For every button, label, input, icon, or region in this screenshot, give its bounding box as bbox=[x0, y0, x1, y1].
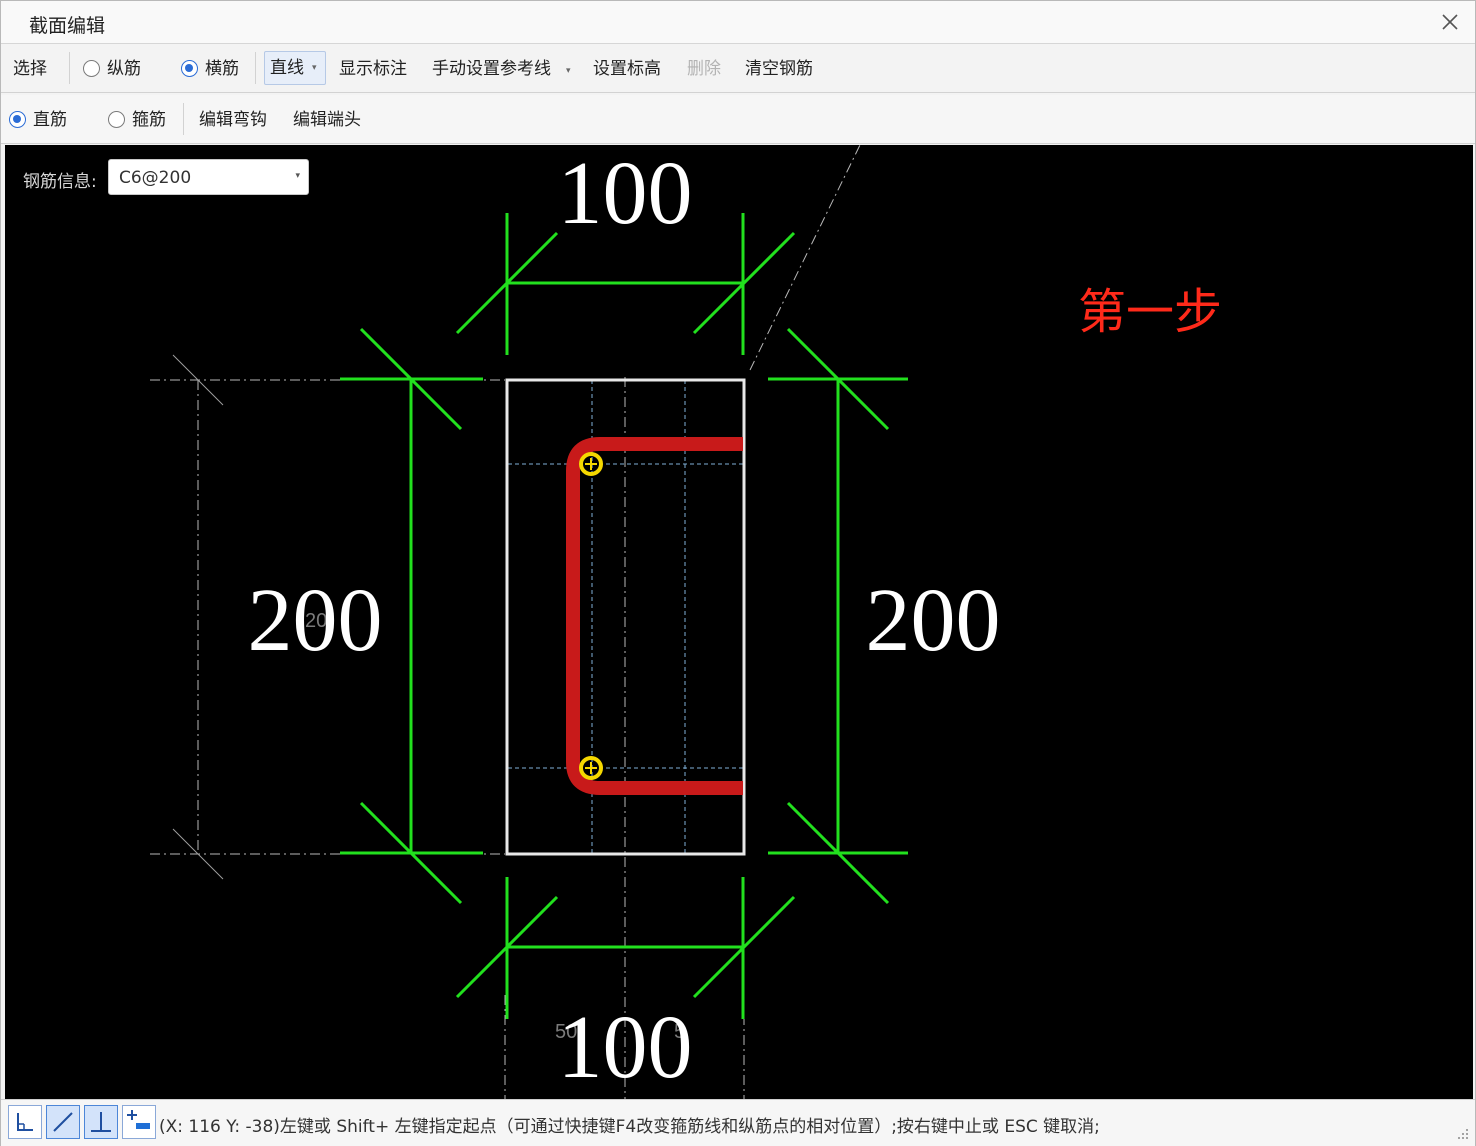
chevron-down-icon: ▾ bbox=[312, 63, 317, 73]
chevron-down-icon[interactable]: ▾ bbox=[566, 66, 571, 76]
window-title: 截面编辑 bbox=[29, 15, 106, 37]
manual-reference-line-button[interactable]: 手动设置参考线 bbox=[432, 56, 551, 82]
select-button[interactable]: 选择 bbox=[13, 56, 47, 82]
resize-grip-icon[interactable] bbox=[1457, 1128, 1469, 1140]
dimension-left-text: 200 bbox=[248, 571, 383, 670]
dimension-top-text: 100 bbox=[558, 145, 693, 243]
drawing-canvas[interactable]: 20 50 5 100 100 200 200 第一步 钢筋信息: C6@200… bbox=[5, 145, 1473, 1099]
step-annotation: 第一步 bbox=[1078, 284, 1222, 340]
radio-icon bbox=[83, 60, 100, 77]
section-drawing: 20 50 5 100 100 200 200 第一步 bbox=[150, 145, 1222, 1099]
rebar-path bbox=[566, 437, 743, 795]
perpendicular-icon[interactable] bbox=[84, 1105, 118, 1139]
clear-rebar-button[interactable]: 清空钢筋 bbox=[745, 56, 813, 82]
longitudinal-radio[interactable]: 纵筋 bbox=[83, 56, 141, 82]
rebar-info-label: 钢筋信息: bbox=[23, 172, 97, 192]
edit-hook-button[interactable]: 编辑弯钩 bbox=[199, 107, 267, 133]
add-point-icon[interactable] bbox=[122, 1105, 156, 1139]
stirrup-radio[interactable]: 箍筋 bbox=[108, 107, 166, 133]
radio-checked-icon bbox=[181, 60, 198, 77]
close-icon[interactable] bbox=[1437, 9, 1463, 35]
line-mode-dropdown[interactable]: 直线 ▾ bbox=[264, 51, 326, 85]
delete-button[interactable]: 删除 bbox=[687, 56, 721, 82]
chevron-down-icon: ▾ bbox=[295, 171, 300, 181]
main-toolbar: 选择 纵筋 横筋 直线 ▾ 显示标注 手动设置参考线 ▾ 设置标高 删除 清空钢… bbox=[1, 44, 1475, 93]
toolbar-separator bbox=[255, 52, 256, 84]
dimension-bottom-text: 100 bbox=[558, 998, 693, 1097]
longitudinal-label: 纵筋 bbox=[107, 59, 141, 79]
show-dimension-button[interactable]: 显示标注 bbox=[339, 56, 407, 82]
status-message: (X: 116 Y: -38)左键或 Shift+ 左键指定起点（可通过快捷键F… bbox=[159, 1117, 1100, 1137]
transverse-radio[interactable]: 横筋 bbox=[181, 56, 239, 82]
status-bar: (X: 116 Y: -38)左键或 Shift+ 左键指定起点（可通过快捷键F… bbox=[1, 1099, 1475, 1146]
section-editor-window: 截面编辑 选择 纵筋 横筋 直线 ▾ 显示标注 手动设置参考线 ▾ 设置标高 删… bbox=[0, 0, 1476, 1146]
line-icon[interactable] bbox=[46, 1105, 80, 1139]
dimension-right-text: 200 bbox=[866, 571, 1001, 670]
toolbar-separator bbox=[183, 103, 184, 135]
radio-checked-icon bbox=[9, 111, 26, 128]
sub-toolbar: 直筋 箍筋 编辑弯钩 编辑端头 bbox=[1, 95, 1475, 144]
straight-bar-label: 直筋 bbox=[33, 110, 67, 130]
title-bar: 截面编辑 bbox=[1, 1, 1475, 44]
stirrup-label: 箍筋 bbox=[132, 110, 166, 130]
toolbar-separator bbox=[69, 52, 70, 84]
dimension-lines bbox=[340, 213, 908, 1019]
rebar-point-top[interactable] bbox=[579, 452, 603, 476]
radio-icon bbox=[108, 111, 125, 128]
straight-bar-radio[interactable]: 直筋 bbox=[9, 107, 67, 133]
rebar-info-select[interactable]: C6@200 ▾ bbox=[108, 159, 309, 195]
transverse-label: 横筋 bbox=[205, 59, 239, 79]
rebar-point-bottom[interactable] bbox=[579, 756, 603, 780]
line-mode-label: 直线 bbox=[270, 58, 304, 78]
orthogonal-icon[interactable] bbox=[8, 1105, 42, 1139]
rebar-info-value: C6@200 bbox=[119, 168, 192, 188]
edit-end-button[interactable]: 编辑端头 bbox=[293, 107, 361, 133]
set-elevation-button[interactable]: 设置标高 bbox=[593, 56, 661, 82]
